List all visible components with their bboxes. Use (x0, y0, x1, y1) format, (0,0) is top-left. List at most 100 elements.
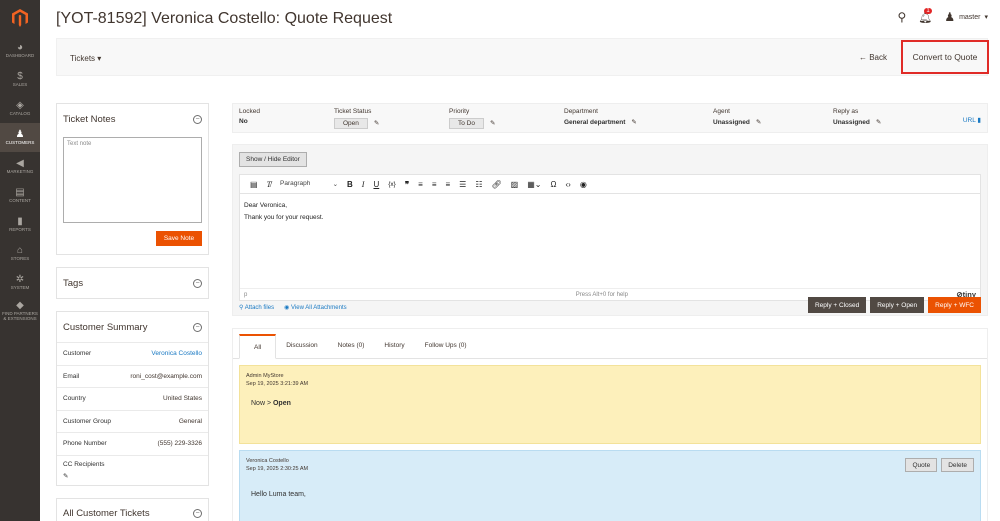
agent-value: Unassigned (713, 119, 750, 126)
bold-icon[interactable]: B (347, 180, 353, 189)
scope-switcher[interactable]: Tickets ▾ (70, 54, 101, 63)
pencil-icon[interactable]: ✎ (756, 119, 761, 126)
user-menu[interactable]: ♟ master ▾ (944, 10, 988, 24)
back-button[interactable]: ← Back (859, 53, 887, 62)
ticket-history-section: All Discussion Notes (0) History Follow … (232, 328, 988, 521)
magento-logo-icon (12, 9, 28, 27)
rich-text-editor[interactable]: ▤ T̸ Paragraph ⌄ B I U {x} ❞ ≡ ≡ ≡ ☰ ☷ 🔗︎… (239, 174, 981, 301)
table-icon[interactable]: ▦⌄ (527, 180, 541, 189)
nav-item-catalog[interactable]: ◈ CATALOG (0, 94, 40, 123)
collapse-icon[interactable]: − (193, 322, 202, 332)
nav-item-label: MARKETING (6, 168, 34, 174)
phone-row: Phone Number (555) 229-3326 (57, 432, 208, 455)
nav-item-marketing[interactable]: ◀ MARKETING (0, 152, 40, 181)
admin-sidebar: ◕ DASHBOARD $ SALES ◈ CATALOG ♟ CUSTOMERS ◀ MARKE… (0, 0, 40, 521)
collapse-icon[interactable]: − (193, 278, 202, 288)
nav-item-label: SALES (12, 81, 28, 87)
ticket-status-value[interactable]: Open (334, 118, 368, 129)
pencil-icon[interactable]: ✎ (374, 120, 379, 127)
editor-content[interactable]: Dear Veronica, Thank you for your reques… (240, 194, 980, 229)
tags-title: Tags (63, 277, 84, 289)
code-icon[interactable]: ‹› (565, 180, 570, 189)
collapse-icon[interactable]: − (193, 114, 202, 124)
nav-item-find[interactable]: ◆ FIND PARTNERS & EXTENSIONS (0, 297, 40, 326)
format-select[interactable]: Paragraph ⌄ (280, 180, 338, 188)
blockquote-icon[interactable]: ❞ (405, 180, 409, 189)
nav-item-reports[interactable]: ▮ REPORTS (0, 210, 40, 239)
convert-to-quote-button[interactable]: Convert to Quote (901, 40, 989, 74)
italic-icon[interactable]: I (362, 180, 365, 189)
message-body: Hello Luma team, (251, 491, 306, 498)
customer-group-value: General (178, 417, 202, 425)
save-note-button[interactable]: Save Note (156, 231, 202, 246)
underline-icon[interactable]: U (373, 180, 379, 189)
customer-summary-title: Customer Summary (63, 321, 148, 333)
link-icon[interactable]: 🔗︎ (492, 180, 502, 189)
message-status: Open (272, 400, 291, 407)
tab-history[interactable]: History (374, 333, 414, 358)
align-center-icon[interactable]: ≡ (432, 180, 437, 189)
pencil-icon[interactable]: ✎ (490, 120, 495, 127)
chevron-down-icon: ⌄ (332, 181, 339, 188)
url-link[interactable]: URL ▮ (963, 116, 981, 124)
nav-item-system[interactable]: ✲ SYSTEM (0, 268, 40, 297)
tab-notes[interactable]: Notes (0) (328, 333, 375, 358)
pencil-icon[interactable]: ✎ (631, 119, 636, 126)
nav-item-customers[interactable]: ♟ CUSTOMERS (0, 123, 40, 152)
search-icon[interactable]: ⚲ (898, 10, 907, 24)
reply-closed-button[interactable]: Reply + Closed (807, 297, 867, 313)
cc-recipients: CC Recipients ✎ (57, 454, 208, 485)
editor-line: Thank you for your request. (244, 213, 324, 221)
tab-discussion[interactable]: Discussion (276, 333, 327, 358)
align-left-icon[interactable]: ≡ (418, 180, 423, 189)
chevron-down-icon: ▾ (984, 14, 988, 21)
attach-files-label: Attach files (244, 304, 275, 311)
magento-logo[interactable] (0, 0, 40, 36)
omega-icon[interactable]: Ω (551, 180, 557, 189)
pencil-icon[interactable]: ✎ (876, 119, 881, 126)
show-hide-editor-button[interactable]: Show / Hide Editor (239, 152, 307, 167)
message-date: Sep 19, 2025 2:30:25 AM (246, 466, 309, 473)
paste-icon[interactable]: ▤ (250, 180, 258, 189)
reply-open-button[interactable]: Reply + Open (870, 297, 925, 313)
dollar-icon: $ (17, 70, 23, 82)
view-all-attachments-label: View All Attachments (291, 304, 347, 311)
email-row: Email roni_cost@example.com (57, 364, 208, 388)
message-prefix: Now > (251, 400, 273, 407)
preview-eye-icon[interactable]: ◉ (580, 180, 587, 189)
delete-button[interactable]: Delete (941, 458, 974, 472)
attach-files-link[interactable]: ⚲ Attach files (239, 304, 274, 311)
image-icon[interactable]: ▨ (511, 180, 519, 189)
view-all-attachments-link[interactable]: ◉ View All Attachments (284, 304, 347, 311)
tab-follow-ups[interactable]: Follow Ups (0) (415, 333, 477, 358)
copy-icon: ▮ (977, 117, 981, 124)
eye-icon: ◉ (284, 304, 290, 311)
nav-item-dashboard[interactable]: ◕ DASHBOARD (0, 36, 40, 65)
ticket-note-textarea[interactable]: Text note (63, 137, 202, 223)
page-title: [YOT-81592] Veronica Costello: Quote Req… (56, 10, 393, 27)
variable-icon[interactable]: {x} (388, 181, 396, 188)
nav-item-stores[interactable]: ⌂ STORES (0, 239, 40, 268)
align-right-icon[interactable]: ≡ (446, 180, 451, 189)
collapse-icon[interactable]: − (193, 509, 202, 518)
user-icon: ♟ (944, 10, 956, 24)
priority-value[interactable]: To Do (449, 118, 484, 129)
numbered-list-icon[interactable]: ☷ (475, 180, 482, 189)
editor-toolbar: ▤ T̸ Paragraph ⌄ B I U {x} ❞ ≡ ≡ ≡ ☰ ☷ 🔗︎… (240, 175, 980, 194)
reply-wfc-button[interactable]: Reply + WFC (928, 297, 981, 313)
nav-item-sales[interactable]: $ SALES (0, 65, 40, 94)
tab-all[interactable]: All (239, 334, 277, 359)
customer-name-link[interactable]: Veronica Costello (151, 350, 202, 357)
quote-button[interactable]: Quote (905, 458, 938, 472)
help-hint: Press Alt+0 for help (575, 291, 628, 298)
editor-line: Dear Veronica, (244, 202, 287, 209)
pencil-icon[interactable]: ✎ (63, 472, 202, 480)
notifications-bell-icon[interactable]: 🔔︎ 1 (918, 7, 932, 24)
nav-item-content[interactable]: ▤ CONTENT (0, 181, 40, 210)
clear-format-icon[interactable]: T̸ (267, 180, 271, 189)
customer-label: Customer (63, 350, 92, 358)
bullet-list-icon[interactable]: ☰ (459, 180, 466, 189)
nav-item-label: DASHBOARD (5, 52, 35, 58)
message-item: Veronica Costello Sep 19, 2025 2:30:25 A… (239, 450, 981, 521)
tags-panel: Tags − (56, 267, 209, 299)
